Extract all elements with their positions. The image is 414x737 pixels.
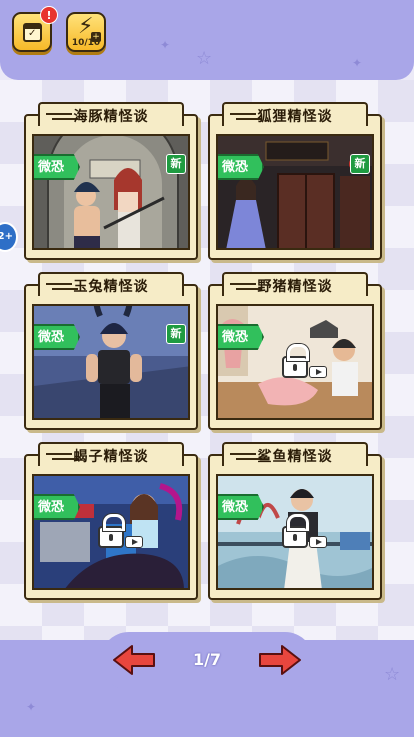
story-cover-image: 微恐 [216, 304, 374, 420]
story-title: 鲨鱼精怪谈 [257, 449, 333, 465]
video-ad-icon [309, 366, 327, 378]
arrow-right-icon [259, 645, 301, 675]
story-card-dolphin[interactable]: 海豚精怪谈 微恐 新 [22, 102, 198, 260]
story-card-shark[interactable]: 鲨鱼精怪谈 微恐 [206, 442, 382, 600]
card-title-tab: 蝎子精怪谈 [38, 442, 184, 466]
sparkle-decoration-icon: ✦ [160, 38, 171, 52]
energy-count: 10/10 [71, 38, 101, 48]
card-title-tab: 狐狸精怪谈 [222, 102, 368, 126]
story-title: 野猪精怪谈 [257, 279, 333, 295]
story-card-fox[interactable]: 狐狸精怪谈 微恐 新 [206, 102, 382, 260]
daily-checkin-button[interactable]: ! [12, 6, 58, 52]
genre-tag: 微恐 [218, 494, 265, 520]
story-title: 蝎子精怪谈 [73, 449, 149, 465]
story-cover-image: 微恐 [32, 474, 190, 590]
top-bar: ☆ ✦ ✦ ! ⚡ + 10/10 [0, 0, 414, 80]
genre-tag: 微恐 [218, 324, 265, 350]
story-cover-image: 微恐 新 [32, 134, 190, 250]
star-decoration-icon: ☆ [196, 48, 213, 69]
story-title: 玉兔精怪谈 [73, 279, 149, 295]
story-title: 海豚精怪谈 [73, 109, 149, 125]
genre-tag: 微恐 [34, 494, 81, 520]
genre-tag: 微恐 [34, 324, 81, 350]
card-title-tab: 鲨鱼精怪谈 [222, 442, 368, 466]
story-cover-image: 微恐 新 [32, 304, 190, 420]
calendar-icon [23, 23, 42, 42]
lock-icon [98, 514, 125, 548]
card-title-tab: 玉兔精怪谈 [38, 272, 184, 296]
story-cover-image: 微恐 新 [216, 134, 374, 250]
story-card-rabbit[interactable]: 玉兔精怪谈 微恐 新 [22, 272, 198, 430]
story-cover-image: 微恐 [216, 474, 374, 590]
new-badge: 新 [166, 154, 186, 174]
sparkle-decoration-icon: ✦ [352, 56, 363, 70]
energy-button[interactable]: ⚡ + 10/10 [66, 12, 106, 52]
new-badge: 新 [166, 324, 186, 344]
story-card-boar[interactable]: 野猪精怪谈 微恐 [206, 272, 382, 430]
genre-tag: 微恐 [218, 154, 265, 180]
video-ad-icon [125, 536, 143, 548]
pagination-bar: 1/7 [100, 632, 314, 690]
notification-badge: ! [40, 6, 58, 24]
new-badge: 新 [350, 154, 370, 174]
lock-icon [282, 344, 309, 378]
card-title-tab: 海豚精怪谈 [38, 102, 184, 126]
sparkle-decoration-icon: ✦ [26, 700, 37, 714]
story-title: 狐狸精怪谈 [257, 109, 333, 125]
video-ad-icon [309, 536, 327, 548]
star-decoration-icon: ☆ [384, 664, 401, 685]
card-title-tab: 野猪精怪谈 [222, 272, 368, 296]
next-page-button[interactable] [258, 644, 302, 676]
story-card-scorpion[interactable]: 蝎子精怪谈 微恐 [22, 442, 198, 600]
genre-tag: 微恐 [34, 154, 81, 180]
lock-icon [282, 514, 309, 548]
